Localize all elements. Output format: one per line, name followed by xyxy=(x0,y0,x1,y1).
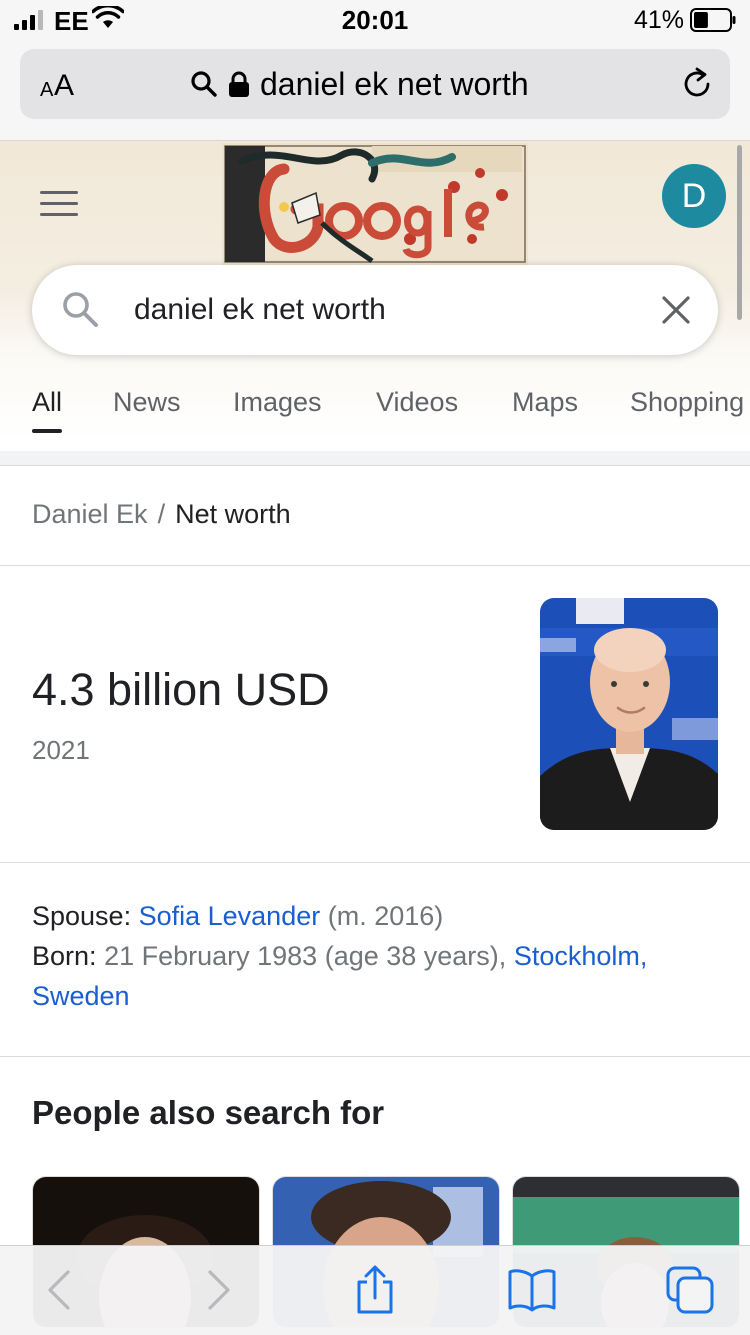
search-icon xyxy=(191,71,217,97)
tab-all[interactable]: All xyxy=(32,387,63,435)
section-divider xyxy=(0,451,750,466)
text-size-button[interactable]: A A xyxy=(38,63,88,105)
tab-maps[interactable]: Maps xyxy=(512,387,578,435)
fact-list: Spouse: Sofia Levander (m. 2016) Born: 2… xyxy=(32,896,722,1016)
fact-label: Born: xyxy=(32,941,97,971)
address-bar[interactable]: A A daniel ek net worth xyxy=(20,49,730,119)
people-also-search-title: People also search for xyxy=(32,1094,385,1131)
lock-icon xyxy=(229,71,249,97)
search-icon[interactable] xyxy=(60,289,102,331)
person-photo[interactable] xyxy=(540,598,718,830)
google-doodle-logo[interactable] xyxy=(222,143,528,265)
share-icon[interactable] xyxy=(349,1264,401,1316)
born-value: 21 February 1983 (age 38 years), xyxy=(104,941,507,971)
status-bar: EE 20:01 41% xyxy=(0,0,750,42)
search-tabs: All News Images Videos Maps Shopping xyxy=(0,387,750,451)
breadcrumb-parent[interactable]: Daniel Ek xyxy=(32,499,148,529)
search-box[interactable] xyxy=(32,265,718,355)
spouse-link[interactable]: Sofia Levander xyxy=(139,901,321,931)
tab-shopping[interactable]: Shopping xyxy=(630,387,744,435)
fact-label: Spouse: xyxy=(32,901,132,931)
scrollbar[interactable] xyxy=(737,145,742,320)
net-worth-value: 4.3 billion USD xyxy=(32,664,330,715)
tab-news[interactable]: News xyxy=(113,387,181,435)
tabs-icon[interactable] xyxy=(664,1264,716,1316)
divider xyxy=(0,862,750,863)
fact-born: Born: 21 February 1983 (age 38 years), S… xyxy=(32,936,722,1016)
divider xyxy=(0,565,750,566)
google-header: D All News Images Videos Maps Shopping xyxy=(0,141,750,452)
net-worth-year: 2021 xyxy=(32,735,90,765)
account-avatar[interactable]: D xyxy=(662,164,726,228)
forward-icon[interactable] xyxy=(192,1264,244,1316)
divider xyxy=(0,1056,750,1057)
search-input[interactable] xyxy=(134,265,634,355)
battery-percentage: 41% xyxy=(633,6,684,34)
breadcrumb-current: Net worth xyxy=(175,499,291,529)
fact-spouse: Spouse: Sofia Levander (m. 2016) xyxy=(32,896,722,936)
url-text: daniel ek net worth xyxy=(260,65,529,102)
reload-icon[interactable] xyxy=(680,67,714,101)
bookmarks-icon[interactable] xyxy=(506,1264,558,1316)
tab-videos[interactable]: Videos xyxy=(376,387,458,435)
menu-icon[interactable] xyxy=(40,191,78,217)
url-display[interactable]: daniel ek net worth xyxy=(190,63,529,105)
breadcrumb: Daniel Ek / Net worth xyxy=(32,499,291,530)
clear-icon[interactable] xyxy=(660,294,692,326)
spouse-note: (m. 2016) xyxy=(327,901,444,931)
browser-chrome-top: EE 20:01 41% A A daniel ek net worth xyxy=(0,0,750,141)
back-icon[interactable] xyxy=(34,1264,86,1316)
tab-images[interactable]: Images xyxy=(233,387,322,435)
breadcrumb-separator: / xyxy=(157,499,166,529)
browser-toolbar xyxy=(0,1245,750,1335)
battery-icon xyxy=(690,8,736,32)
